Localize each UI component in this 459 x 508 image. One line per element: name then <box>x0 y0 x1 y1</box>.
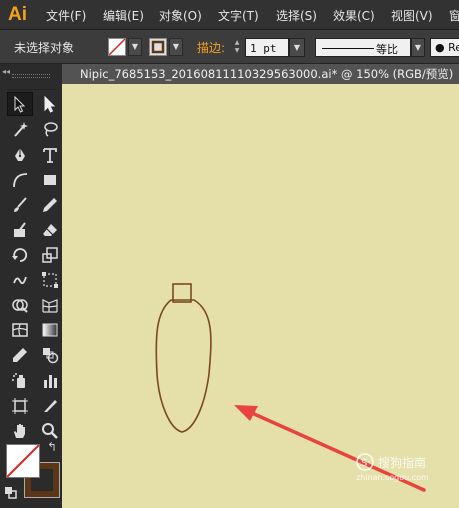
stroke-weight-input[interactable]: 1 pt <box>245 38 289 57</box>
chevron-down-icon: ▼ <box>128 38 142 56</box>
menu-select[interactable]: 选择(S) <box>276 7 317 24</box>
menu-type[interactable]: 文字(T) <box>218 7 259 24</box>
mesh-tool-icon[interactable] <box>7 318 33 342</box>
profile-dropdown[interactable]: ▼ <box>411 38 425 57</box>
stroke-weight-spinner[interactable]: ▲ ▼ <box>230 39 244 56</box>
svg-text:S: S <box>361 458 367 469</box>
profile-preview-line <box>322 48 374 49</box>
swap-fill-stroke-icon[interactable]: ↰ <box>47 440 57 454</box>
symbol-sprayer-tool-icon[interactable] <box>7 369 33 393</box>
warp-tool-icon[interactable] <box>7 268 33 292</box>
stroke-weight-dropdown[interactable]: ▼ <box>289 38 305 57</box>
stroke-swatch-mini <box>149 38 167 56</box>
pen-tool-icon[interactable] <box>7 143 33 167</box>
selection-status-label: 未选择对象 <box>14 41 75 55</box>
selection-tool-icon[interactable] <box>7 92 33 116</box>
menu-view[interactable]: 视图(V) <box>391 7 433 24</box>
pepper-outline-path[interactable] <box>155 283 212 433</box>
panel-grip[interactable] <box>6 68 56 90</box>
gradient-tool-icon[interactable] <box>37 318 63 342</box>
artboard-canvas[interactable] <box>62 84 459 508</box>
stroke-color-dropdown[interactable]: ▼ <box>149 38 183 56</box>
no-fill-swatch <box>108 38 126 56</box>
watermark: S 搜狗指南 zhinan.sogou.com <box>356 453 446 491</box>
default-fill-stroke-icon[interactable] <box>5 484 17 499</box>
rectangle-tool-icon[interactable] <box>37 168 63 192</box>
document-tab[interactable]: Nipic_7685153_20160811110329563000.ai* @… <box>62 64 459 84</box>
brush-definition-dropdown[interactable]: ● Re <box>430 38 459 57</box>
stroke-weight-label[interactable]: 描边: <box>197 39 225 56</box>
blob-brush-tool-icon[interactable] <box>7 218 33 242</box>
artwork <box>155 283 426 492</box>
arc-tool-icon[interactable] <box>7 168 33 192</box>
menu-file[interactable]: 文件(F) <box>46 7 86 24</box>
perspective-grid-tool-icon[interactable] <box>37 293 63 317</box>
menu-bar: Ai 文件(F) 编辑(E) 对象(O) 文字(T) 选择(S) 效果(C) 视… <box>0 0 459 30</box>
menu-window[interactable]: 窗 <box>449 7 459 24</box>
watermark-text: 搜狗指南 <box>378 456 427 470</box>
watermark-url: zhinan.sogou.com <box>356 473 429 482</box>
direct-selection-tool-icon[interactable] <box>37 92 63 116</box>
type-tool-icon[interactable] <box>37 143 63 167</box>
menu-object[interactable]: 对象(O) <box>159 7 202 24</box>
control-panel: 未选择对象 ▼ ▼ 描边: ▲ ▼ 1 pt ▼ 等比 ▼ ● Re <box>0 30 459 64</box>
rotate-tool-icon[interactable] <box>7 243 33 267</box>
chevron-down-icon: ▼ <box>169 38 183 56</box>
eraser-tool-icon[interactable] <box>37 218 63 242</box>
menu-edit[interactable]: 编辑(E) <box>103 7 144 24</box>
column-graph-tool-icon[interactable] <box>37 369 63 393</box>
lasso-tool-icon[interactable] <box>37 117 63 141</box>
blend-tool-icon[interactable] <box>37 343 63 367</box>
paintbrush-tool-icon[interactable] <box>7 193 33 217</box>
pencil-tool-icon[interactable] <box>37 193 63 217</box>
slice-tool-icon[interactable] <box>37 394 63 418</box>
fill-color-dropdown[interactable]: ▼ <box>108 38 142 56</box>
shape-builder-tool-icon[interactable] <box>7 293 33 317</box>
menu-effect[interactable]: 效果(C) <box>333 7 375 24</box>
hand-tool-icon[interactable] <box>7 419 33 443</box>
artboard-tool-icon[interactable] <box>7 394 33 418</box>
sogou-logo-icon: S <box>356 453 374 471</box>
magic-wand-tool-icon[interactable] <box>7 117 33 141</box>
fill-color-swatch[interactable] <box>6 444 40 478</box>
variable-width-profile[interactable]: 等比 <box>315 38 411 57</box>
tools-panel: ◂◂ ↰ <box>0 64 62 508</box>
profile-label: 等比 <box>376 43 398 56</box>
app-logo: Ai <box>8 4 27 25</box>
free-transform-tool-icon[interactable] <box>37 268 63 292</box>
eyedropper-tool-icon[interactable] <box>7 343 33 367</box>
document-tab-bar: Nipic_7685153_20160811110329563000.ai* @… <box>62 64 459 84</box>
scale-tool-icon[interactable] <box>37 243 63 267</box>
